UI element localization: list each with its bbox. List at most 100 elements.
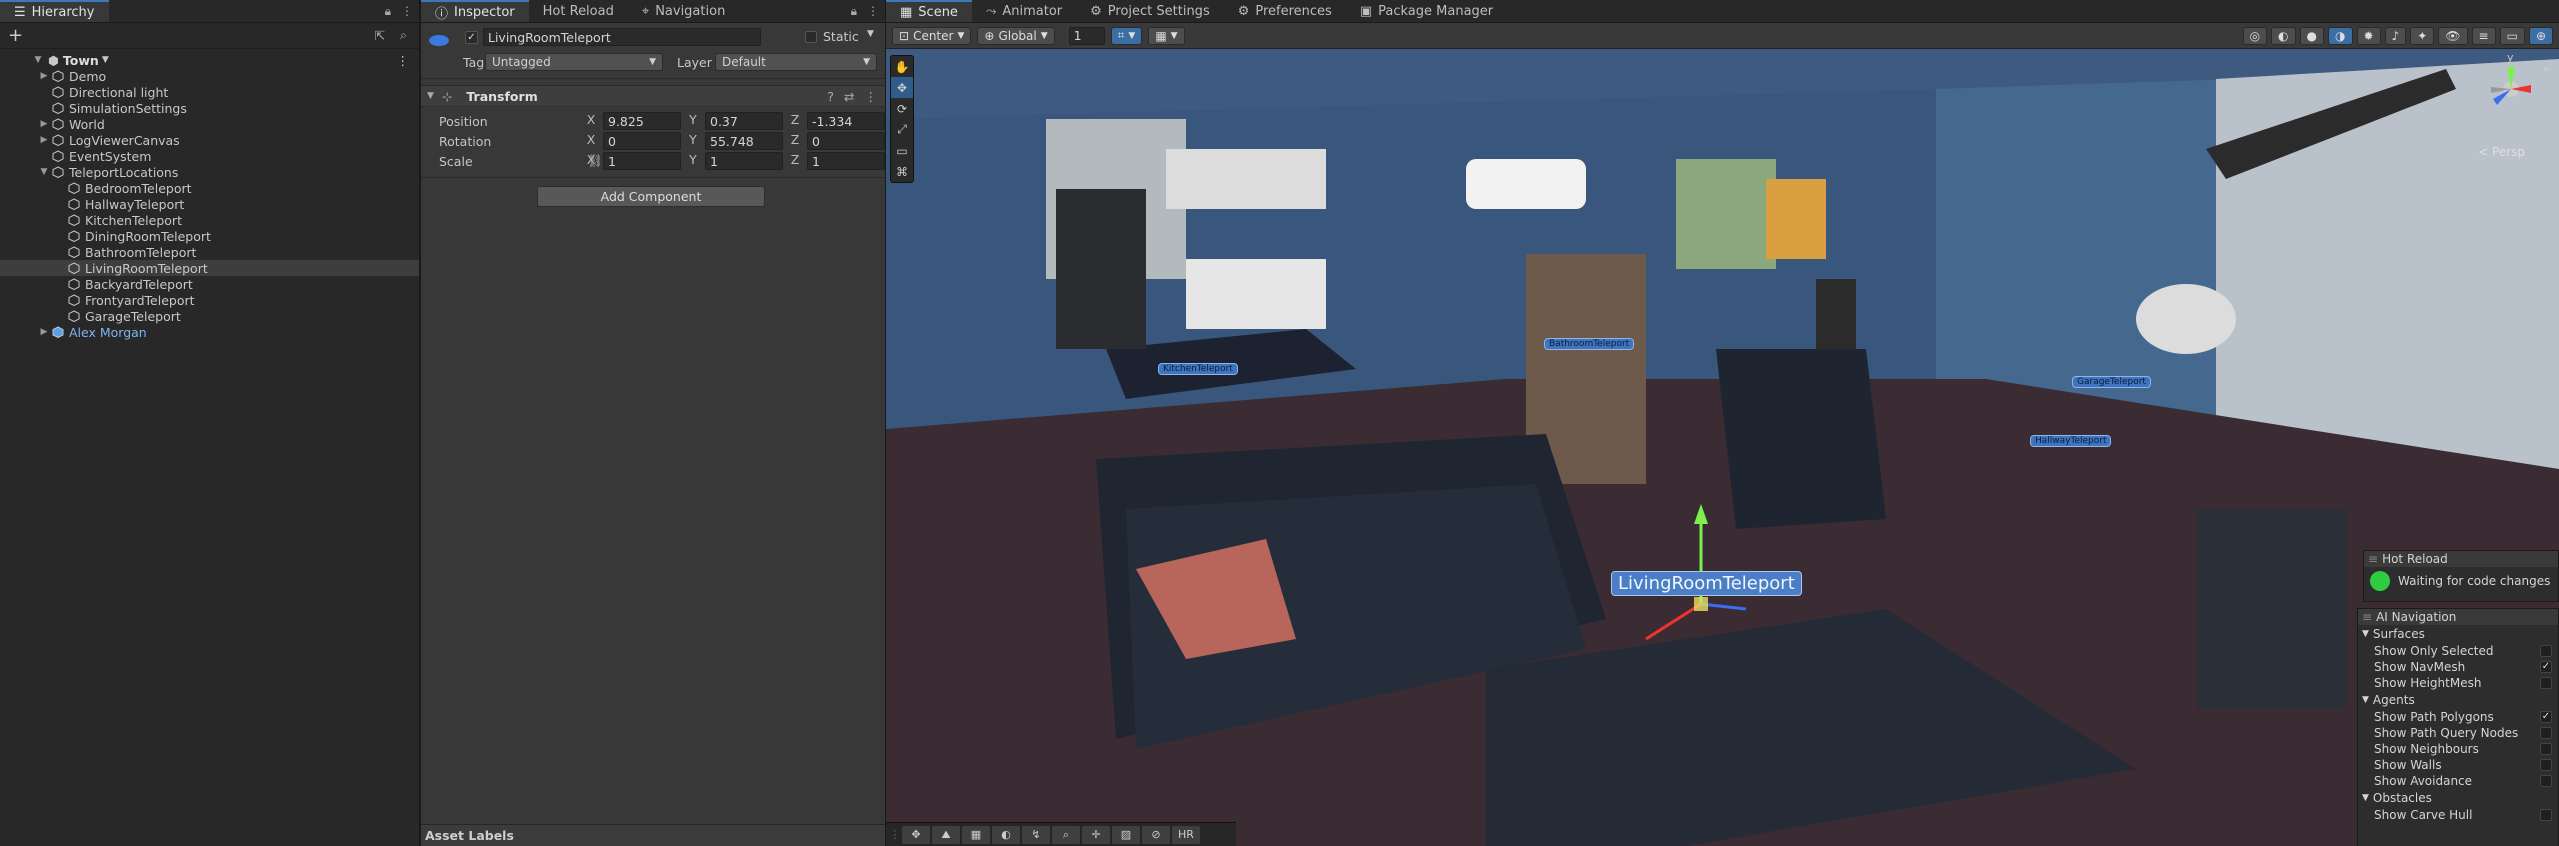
grid-snap-field[interactable]: 1	[1068, 26, 1105, 45]
move-icon[interactable]: ✥	[902, 825, 930, 844]
persp-label[interactable]: < Persp	[2478, 145, 2525, 159]
move-icon[interactable]: ✛	[1082, 825, 1110, 844]
nav-option-row[interactable]: Show Only Selected	[2358, 643, 2558, 659]
object-name-field[interactable]: LivingRoomTeleport	[483, 28, 761, 46]
lock-icon[interactable]: 🔒︎	[385, 4, 391, 19]
transform-tool-icon[interactable]: ⌘	[891, 161, 913, 182]
hierarchy-row[interactable]: FrontyardTeleport	[0, 292, 419, 308]
add-button[interactable]: +	[8, 25, 23, 46]
scale-tool-icon[interactable]: ⤢	[891, 119, 913, 140]
paint-icon[interactable]: ▨	[1112, 825, 1140, 844]
search-icon[interactable]: ⌕	[1052, 825, 1080, 844]
nav-option-row[interactable]: Show Path Polygons ✓	[2358, 709, 2558, 725]
option-checkbox[interactable]	[2540, 743, 2552, 755]
option-checkbox[interactable]	[2540, 759, 2552, 771]
option-checkbox[interactable]	[2540, 727, 2552, 739]
hierarchy-row[interactable]: ▶ Alex Morgan	[0, 324, 419, 340]
layers-icon[interactable]: ≡	[2471, 26, 2496, 45]
hierarchy-row[interactable]: DiningRoomTeleport	[0, 228, 419, 244]
hierarchy-row[interactable]: Directional light	[0, 84, 419, 100]
nav-option-row[interactable]: Show Path Query Nodes	[2358, 725, 2558, 741]
hierarchy-row[interactable]: LivingRoomTeleport	[0, 260, 419, 276]
chevron-right-icon[interactable]: ▶	[38, 327, 50, 337]
option-checkbox[interactable]: ✓	[2540, 661, 2552, 673]
static-checkbox[interactable]	[805, 31, 817, 43]
hallway-teleport-label[interactable]: HallwayTeleport	[2030, 435, 2112, 447]
option-checkbox[interactable]	[2540, 775, 2552, 787]
tag-dropdown[interactable]: Untagged ▼	[485, 53, 663, 71]
nav-option-row[interactable]: Show Carve Hull	[2358, 807, 2558, 823]
option-checkbox[interactable]	[2540, 645, 2552, 657]
active-checkbox[interactable]: ✓	[465, 31, 478, 44]
position-x-field[interactable]: 9.825	[603, 112, 681, 130]
effects-icon[interactable]: ✦	[2410, 26, 2435, 45]
hierarchy-row[interactable]: BathroomTeleport	[0, 244, 419, 260]
layer-dropdown[interactable]: Default ▼	[715, 53, 877, 71]
scene-menu-icon[interactable]: ⋮	[397, 53, 410, 68]
hierarchy-row[interactable]: SimulationSettings	[0, 100, 419, 116]
grid-icon[interactable]: ▦	[962, 825, 990, 844]
agents-section[interactable]: ▼ Agents	[2358, 691, 2558, 709]
transform-header[interactable]: ▼ ⊹ Transform ? ⇄ ⋮	[421, 85, 885, 107]
help-icon[interactable]: ?	[827, 89, 834, 104]
kitchen-teleport-label[interactable]: KitchenTeleport	[1158, 363, 1238, 375]
search-icon[interactable]: ⌕	[400, 27, 407, 43]
option-checkbox[interactable]: ✓	[2540, 711, 2552, 723]
hr-button[interactable]: HR	[1172, 825, 1200, 844]
kebab-menu-icon[interactable]: ⋮	[867, 4, 879, 19]
scene-root-row[interactable]: ▼ ⬢ Town ▼ ⋮	[0, 52, 419, 68]
obstacles-section[interactable]: ▼ Obstacles	[2358, 789, 2558, 807]
rotate-tool-icon[interactable]: ⟳	[891, 98, 913, 119]
chevron-right-icon[interactable]: ▶	[38, 71, 50, 81]
hierarchy-row[interactable]: BackyardTeleport	[0, 276, 419, 292]
position-y-field[interactable]: 0.37	[705, 112, 783, 130]
static-dropdown-icon[interactable]: ▼	[867, 29, 874, 39]
terrain-icon[interactable]: ⛰	[932, 825, 960, 844]
scale-z-field[interactable]: 1	[807, 152, 885, 170]
tab-animator[interactable]: ⤳ Animator	[972, 0, 1076, 22]
scale-x-field[interactable]: 1	[603, 152, 681, 170]
bathroom-teleport-label[interactable]: BathroomTeleport	[1544, 338, 1635, 350]
rect-tool-icon[interactable]: ▭	[891, 140, 913, 161]
scene-viewport[interactable]: ✋ ✥ ⟳ ⤢ ▭ ⌘ KitchenTeleport BathroomTele…	[886, 49, 2559, 846]
chevron-down-icon[interactable]: ▼	[427, 91, 434, 101]
nav-option-row[interactable]: Show Avoidance	[2358, 773, 2558, 789]
move-tool-icon[interactable]: ✥	[891, 77, 913, 98]
tab-hierarchy[interactable]: ☰ Hierarchy	[0, 0, 109, 22]
tab-project-settings[interactable]: ⚙ Project Settings	[1076, 0, 1224, 22]
shading-solid-icon[interactable]: ●	[2299, 26, 2325, 45]
scale-y-field[interactable]: 1	[705, 152, 783, 170]
hand-tool-icon[interactable]: ✋	[891, 56, 913, 77]
navigation-icon[interactable]: ⊘	[1142, 825, 1170, 844]
tab-navigation[interactable]: ⌖ Navigation	[628, 0, 739, 22]
audio-icon[interactable]: ♪	[2384, 26, 2407, 45]
nav-option-row[interactable]: Show NavMesh ✓	[2358, 659, 2558, 675]
hierarchy-row[interactable]: GarageTeleport	[0, 308, 419, 324]
lighting-icon[interactable]: ✹	[2356, 26, 2381, 45]
hierarchy-row[interactable]: BedroomTeleport	[0, 180, 419, 196]
asset-labels-bar[interactable]: Asset Labels	[421, 824, 885, 846]
visibility-icon[interactable]: 👁︎	[2438, 26, 2468, 45]
preset-icon[interactable]: ⇄	[844, 89, 854, 104]
shading-lit-icon[interactable]: ◑	[2328, 26, 2353, 45]
hierarchy-row[interactable]: ▶ LogViewerCanvas	[0, 132, 419, 148]
hierarchy-row[interactable]: EventSystem	[0, 148, 419, 164]
tab-inspector[interactable]: ⓘ Inspector	[421, 0, 529, 22]
nav-option-row[interactable]: Show Neighbours	[2358, 741, 2558, 757]
space-dropdown[interactable]: ⊕ Global ▼	[977, 26, 1055, 45]
garage-teleport-label[interactable]: GarageTeleport	[2072, 376, 2151, 388]
hierarchy-row[interactable]: ▼ TeleportLocations	[0, 164, 419, 180]
kebab-menu-icon[interactable]: ⋮	[401, 4, 413, 19]
chevron-down-icon[interactable]: ▼	[38, 167, 50, 177]
camera-icon[interactable]: ▭	[2499, 26, 2525, 45]
living-room-teleport-label[interactable]: LivingRoomTeleport	[1611, 571, 1802, 596]
snap-toggle[interactable]: ⌗ ▼	[1110, 26, 1143, 45]
chevron-right-icon[interactable]: ▶	[38, 135, 50, 145]
option-checkbox[interactable]	[2540, 677, 2552, 689]
lock-icon[interactable]: 🔒︎	[851, 4, 857, 19]
option-checkbox[interactable]	[2540, 809, 2552, 821]
path-icon[interactable]: ↯	[1022, 825, 1050, 844]
hierarchy-row[interactable]: KitchenTeleport	[0, 212, 419, 228]
pivot-dropdown[interactable]: ⊡ Center ▼	[892, 26, 972, 45]
shading-wire-icon[interactable]: ◐	[2271, 26, 2296, 45]
